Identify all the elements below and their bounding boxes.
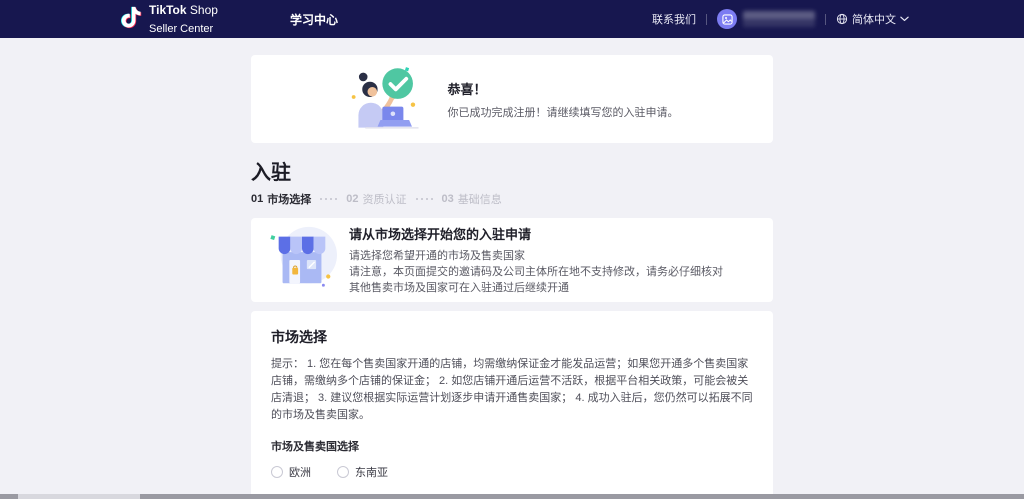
nav-item-learning-center[interactable]: 学习中心 [290,11,338,28]
scrollbar-thumb[interactable] [18,494,140,499]
onboarding-header: 入驻 01 市场选择 02 资质认证 03 基础信息 [251,156,773,207]
radio-option-southeast-asia[interactable]: 东南亚 [337,464,388,480]
logo-text: TikTok Shop Seller Center [149,1,218,36]
intro-text: 请从市场选择开始您的入驻申请 请选择您希望开通的市场及售卖国家 请注意，本页面提… [349,224,723,296]
horizontal-scrollbar[interactable] [0,494,1024,499]
radio-option-europe[interactable]: 欧洲 [271,464,311,480]
congrats-text: 恭喜！ 你已成功完成注册！请继续填写您的入驻申请。 [448,79,679,120]
step-qualification: 02 资质认证 [346,191,406,207]
chevron-down-icon [900,16,909,22]
language-switcher[interactable]: 简体中文 [836,11,909,27]
market-card-title: 市场选择 [271,327,753,347]
step-basic-info: 03 基础信息 [442,191,502,207]
page-title: 入驻 [251,156,773,185]
step-separator-dots [320,198,337,200]
intro-title: 请从市场选择开始您的入驻申请 [349,224,723,243]
language-label: 简体中文 [852,11,896,27]
storefront-illustration [263,223,341,298]
globe-icon [836,13,848,25]
intro-line: 请注意，本页面提交的邀请码及公司主体所在地不支持修改，请务必仔细核对 [349,264,723,280]
market-selection-card: 市场选择 提示： 1. 您在每个售卖国家开通的店铺，均需缴纳保证金才能发品运营；… [251,311,773,498]
tiktok-note-icon [118,4,143,34]
congrats-title: 恭喜！ [448,79,679,98]
main-content: 恭喜！ 你已成功完成注册！请继续填写您的入驻申请。 入驻 01 市场选择 02 … [251,38,773,499]
image-placeholder-icon [722,14,733,25]
market-tips: 提示： 1. 您在每个售卖国家开通的店铺，均需缴纳保证金才能发品运营；如果您开通… [271,356,753,424]
step-market-selection: 01 市场选择 [251,191,311,207]
step-indicator: 01 市场选择 02 资质认证 03 基础信息 [251,191,773,207]
contact-us-link[interactable]: 联系我们 [652,11,696,27]
divider [825,14,826,25]
tiktok-shop-logo[interactable]: TikTok Shop Seller Center [118,1,218,36]
radio-circle [337,466,349,478]
intro-line: 请选择您希望开通的市场及售卖国家 [349,248,723,264]
congrats-card: 恭喜！ 你已成功完成注册！请继续填写您的入驻申请。 [251,55,773,143]
navbar-right-group: 联系我们 简体中文 [652,9,909,29]
top-navbar: TikTok Shop Seller Center 学习中心 联系我们 [0,0,1024,38]
intro-line: 其他售卖市场及国家可在入驻通过后继续开通 [349,280,723,296]
account-menu[interactable] [717,9,815,29]
check-circle-illustration [346,60,434,139]
username-redacted [743,11,815,27]
step-separator-dots [416,198,433,200]
market-selection-label: 市场及售卖国选择 [271,438,753,454]
divider [706,14,707,25]
market-radio-group: 欧洲 东南亚 [271,464,753,480]
radio-circle [271,466,283,478]
intro-card: 请从市场选择开始您的入驻申请 请选择您希望开通的市场及售卖国家 请注意，本页面提… [251,218,773,302]
congrats-subtitle: 你已成功完成注册！请继续填写您的入驻申请。 [448,104,679,120]
avatar[interactable] [717,9,737,29]
